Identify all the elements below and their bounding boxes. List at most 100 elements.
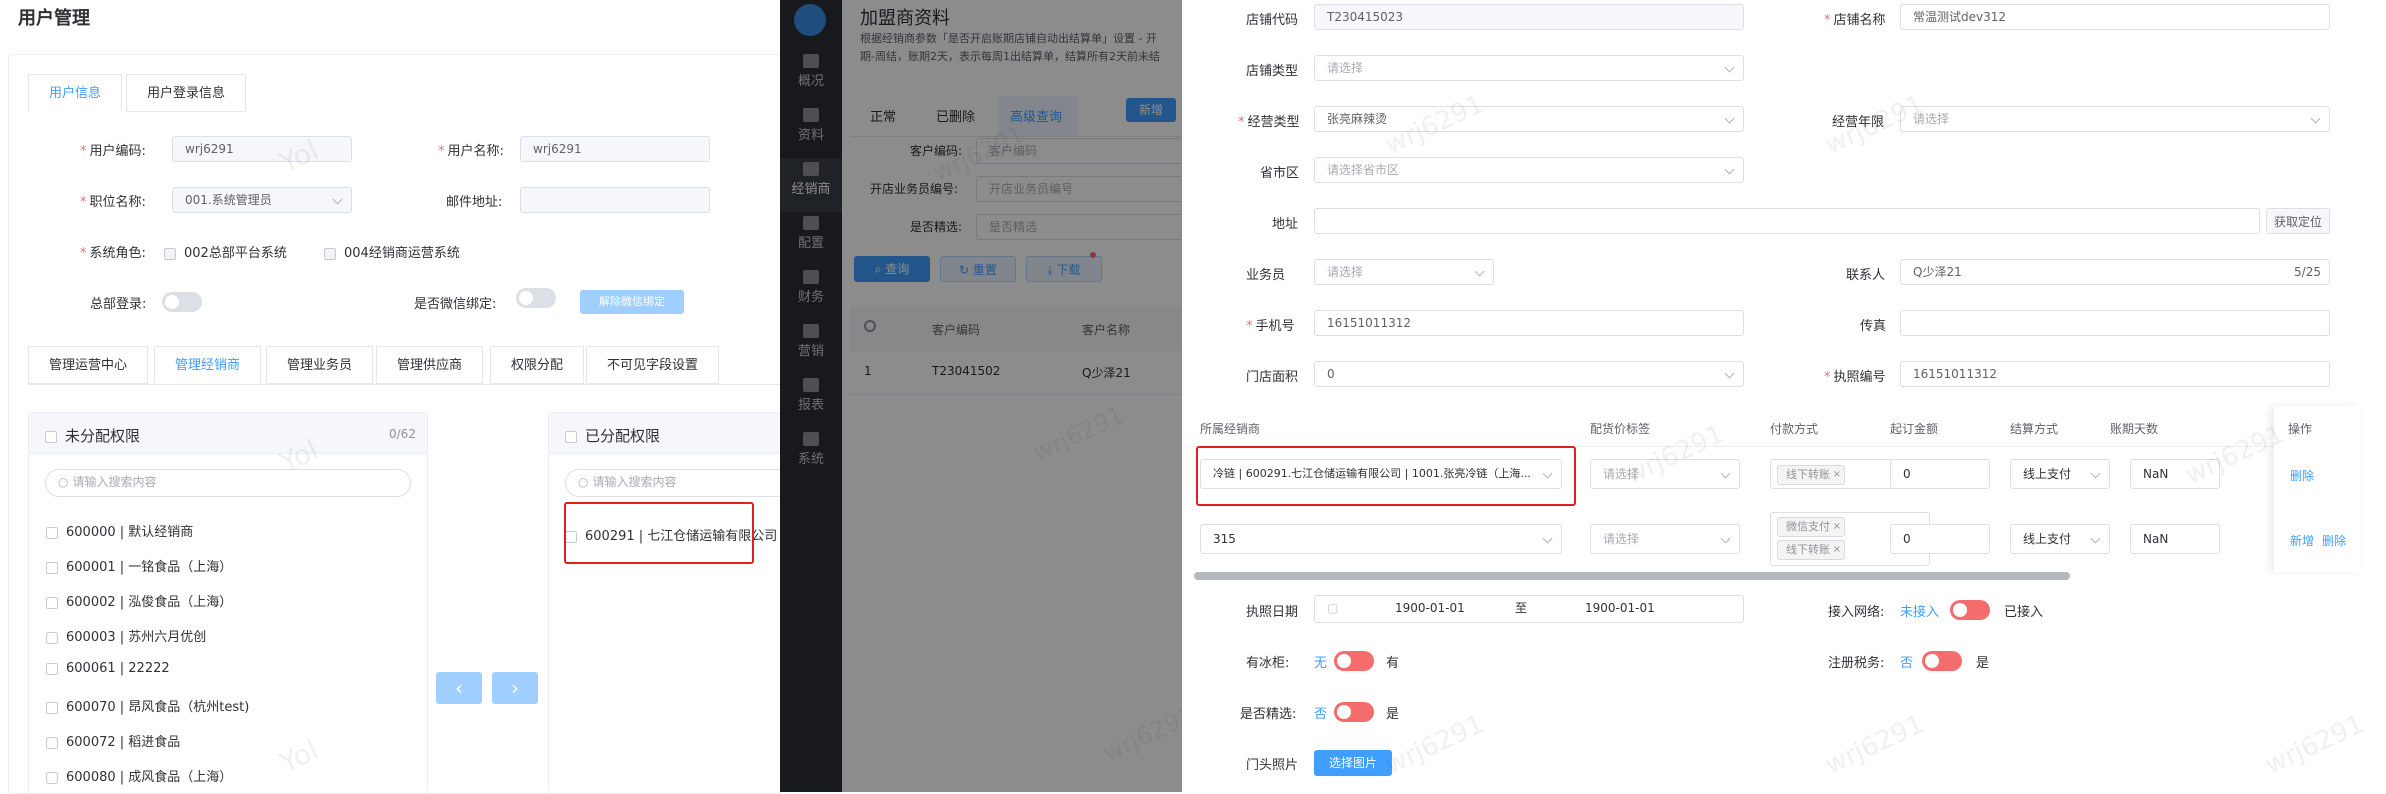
license-input[interactable]: 16151011312 — [1900, 361, 2330, 387]
email-label: 邮件地址: — [446, 195, 503, 210]
tab-user-info[interactable]: 用户信息 — [28, 74, 123, 112]
unassigned-list-item[interactable]: 600001 | 一铭食品（上海） — [46, 556, 232, 575]
delete-link[interactable]: 删除 — [2322, 532, 2346, 549]
selected-label: 是否精选: — [1240, 707, 1297, 722]
network-off-text: 未接入 — [1900, 605, 1940, 620]
position-select[interactable]: 001.系统管理员 — [172, 187, 352, 213]
tab-hidden-fields[interactable]: 不可见字段设置 — [586, 346, 720, 384]
settle-select[interactable]: 线上支付 — [2010, 459, 2110, 489]
assigned-search-input[interactable]: ○ 请输入搜索内容 — [565, 469, 781, 497]
checkbox-icon — [565, 430, 577, 443]
fax-input[interactable] — [1900, 310, 2330, 336]
watermark: wrj6291 — [1820, 709, 1929, 781]
unassigned-title[interactable]: 未分配权限 — [45, 425, 140, 446]
checkbox-icon — [46, 771, 58, 784]
transfer-left-button[interactable]: ‹ — [436, 672, 482, 704]
min-amount-input[interactable]: 0 — [1890, 524, 1990, 554]
role-checkbox-004[interactable]: 004经销商运营系统 — [324, 242, 460, 261]
unassigned-list-item[interactable]: 600003 | 苏州六月优创 — [46, 626, 206, 645]
salesman-select[interactable]: 请选择 — [1314, 259, 1494, 285]
chevron-down-icon — [1542, 533, 1553, 544]
license-label: * 执照编号 — [1824, 370, 1886, 385]
chevron-down-icon — [2090, 468, 2101, 479]
tab-permission[interactable]: 权限分配 — [490, 346, 585, 384]
shop-code-input[interactable]: T230415023 — [1314, 4, 1744, 30]
role-checkbox-002[interactable]: 002总部平台系统 — [164, 242, 287, 261]
hq-login-switch[interactable] — [162, 292, 202, 312]
payment-tag[interactable]: 线下转账 — [1777, 465, 1845, 485]
col-price-tag: 配货价标签 — [1590, 422, 1651, 436]
chevron-down-icon — [2090, 533, 2101, 544]
phone-input[interactable]: 16151011312 — [1314, 310, 1744, 336]
checkbox-icon — [46, 662, 58, 675]
horizontal-scrollbar[interactable] — [1194, 572, 2070, 580]
shop-type-select[interactable]: 请选择 — [1314, 55, 1744, 81]
user-name-input[interactable]: wrj6291 — [520, 136, 710, 162]
email-input[interactable] — [520, 187, 710, 213]
hq-login-label: 总部登录: — [90, 297, 147, 312]
payment-tag[interactable]: 线下转账 — [1777, 540, 1845, 560]
checkbox-icon — [46, 526, 58, 539]
salesman-label: 业务员 — [1246, 268, 1286, 283]
selected-on-text: 是 — [1386, 707, 1400, 722]
days-input[interactable]: NaN — [2130, 459, 2220, 489]
chevron-down-icon — [332, 194, 343, 205]
unassigned-search-input[interactable]: ○ 请输入搜索内容 — [45, 469, 411, 497]
settle-select[interactable]: 线上支付 — [2010, 524, 2110, 554]
unassigned-list-item[interactable]: 600070 | 昂风食品（杭州test) — [46, 696, 249, 715]
payment-tag[interactable]: 微信支付 — [1777, 517, 1845, 537]
locate-button[interactable]: 获取定位 — [2266, 208, 2330, 234]
tab-manage-suppliers[interactable]: 管理供应商 — [376, 346, 484, 384]
assigned-title[interactable]: 已分配权限 — [565, 425, 660, 446]
min-amount-input[interactable]: 0 — [1890, 459, 1990, 489]
tax-label: 注册税务: — [1828, 656, 1885, 671]
chevron-down-icon — [1724, 113, 1735, 124]
delete-link[interactable]: 删除 — [2290, 467, 2314, 484]
biz-type-select[interactable]: 张亮麻辣烫 — [1314, 106, 1744, 132]
wechat-bind-switch[interactable] — [516, 288, 556, 308]
unassigned-list-item[interactable]: 600000 | 默认经销商 — [46, 521, 193, 540]
user-code-label: * 用户编码: — [80, 144, 146, 159]
tax-switch[interactable] — [1922, 651, 1962, 671]
freezer-switch[interactable] — [1334, 651, 1374, 671]
biz-years-select[interactable]: 请选择 — [1900, 106, 2330, 132]
add-link[interactable]: 新增 — [2290, 532, 2314, 549]
license-date-range[interactable]: ▢ 1900-01-01 至 1900-01-01 — [1314, 595, 1744, 623]
selected-switch[interactable] — [1334, 702, 1374, 722]
contact-input[interactable]: Q少泽21 5/25 — [1900, 259, 2330, 285]
checkbox-icon — [46, 701, 58, 714]
unassigned-list-item[interactable]: 600080 | 成风食品（上海） — [46, 766, 232, 785]
search-icon: ○ — [578, 475, 589, 489]
dealer-select[interactable]: 315 — [1200, 524, 1562, 554]
chevron-down-icon — [1724, 164, 1735, 175]
tab-manage-ops-center[interactable]: 管理运营中心 — [28, 346, 149, 384]
col-ops: 操作 — [2288, 422, 2313, 436]
license-date-label: 执照日期 — [1246, 605, 1299, 620]
region-select[interactable]: 请选择省市区 — [1314, 157, 1744, 183]
unassigned-list-item[interactable]: 600072 | 稻进食品 — [46, 731, 180, 750]
days-input[interactable]: NaN — [2130, 524, 2220, 554]
col-dealer: 所属经销商 — [1200, 422, 1261, 436]
checkbox-icon — [46, 631, 58, 644]
tab-manage-dealers[interactable]: 管理经销商 — [154, 346, 262, 384]
price-tag-select[interactable]: 请选择 — [1590, 524, 1740, 554]
selected-off-text: 否 — [1314, 707, 1328, 722]
price-tag-select[interactable]: 请选择 — [1590, 459, 1740, 489]
checkbox-icon — [324, 247, 336, 260]
select-photo-button[interactable]: 选择图片 — [1314, 750, 1392, 776]
transfer-right-button[interactable]: › — [492, 672, 538, 704]
unassigned-list-item[interactable]: 600002 | 泓俊食品（上海） — [46, 591, 232, 610]
address-input[interactable] — [1314, 208, 2260, 234]
modal-mask[interactable] — [780, 0, 1182, 792]
user-code-input[interactable]: wrj6291 — [172, 136, 352, 162]
area-select[interactable]: 0 — [1314, 361, 1744, 387]
ops-column-shadow — [2274, 406, 2360, 572]
unassigned-list-item[interactable]: 600061 | 22222 — [46, 661, 170, 676]
chevron-down-icon — [2310, 113, 2321, 124]
shop-name-input[interactable]: 常温测试dev312 — [1900, 4, 2330, 30]
tab-user-login-info[interactable]: 用户登录信息 — [126, 74, 247, 112]
tab-manage-salesmen[interactable]: 管理业务员 — [266, 346, 374, 384]
checkbox-icon — [46, 561, 58, 574]
network-switch[interactable] — [1950, 600, 1990, 620]
unbind-wechat-button[interactable]: 解除微信绑定 — [580, 290, 684, 314]
